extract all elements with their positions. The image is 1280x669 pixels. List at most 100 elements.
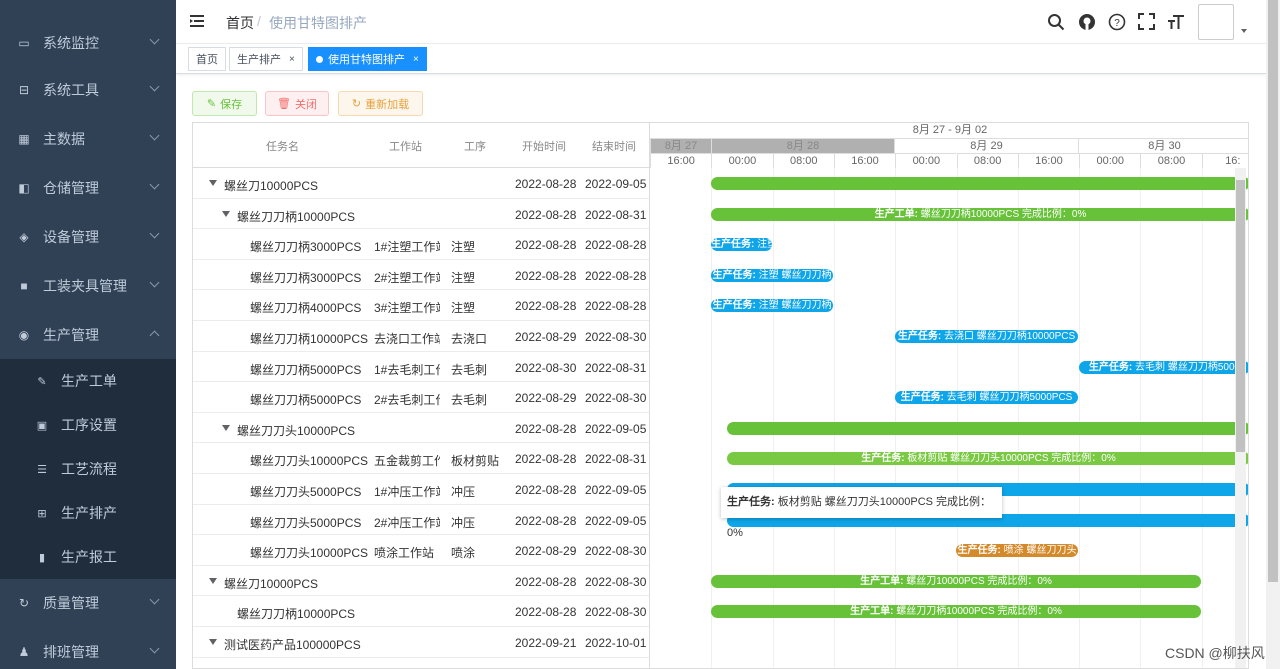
hamburger-icon[interactable] — [190, 14, 204, 28]
breadcrumb-home[interactable]: 首页 — [226, 13, 254, 33]
gantt-bar[interactable]: 生产任务: 喷涂 螺丝刀刀头 — [956, 544, 1078, 558]
tab-production-scheduling[interactable]: 生产排产 × — [229, 47, 303, 71]
task-station: 2#注塑工作站 — [374, 270, 440, 285]
task-end: 2022-08-30 — [585, 391, 647, 406]
table-row[interactable]: 螺丝刀刀柄4000PCS 3#注塑工作站注塑 2022-08-28 2022-08-2… — [193, 290, 649, 321]
caret-down-icon[interactable] — [209, 577, 217, 584]
table-row[interactable]: 螺丝刀刀柄10000PCS 2022-08-28 2022-08-30 — [193, 596, 649, 627]
sidebar-item-system-tools[interactable]: ⊟ 系统工具 — [0, 65, 176, 114]
sidebar-subitem-report[interactable]: ▮ 生产报工 — [0, 535, 176, 579]
monitor-icon: ▭ — [18, 35, 30, 50]
sidebar-item-equipment[interactable]: ◈ 设备管理 — [0, 212, 176, 261]
gantt-bar[interactable]: 生产任务: 注塑 — [711, 238, 772, 252]
gantt-bar[interactable]: 生产任务: 去毛刺 螺丝刀刀柄5000PCS — [895, 391, 1078, 405]
task-start: 2022-08-28 — [515, 605, 577, 620]
task-station: 五金裁剪工作站 — [374, 454, 440, 469]
gantt-bar[interactable]: 生产任务: 注塑 螺丝刀刀柄 — [711, 268, 833, 282]
sidebar-item-label: 系统工具 — [43, 81, 99, 98]
gantt-bar[interactable] — [711, 177, 1248, 190]
sidebar-item-warehouse[interactable]: ◧ 仓储管理 — [0, 163, 176, 212]
table-row[interactable]: 螺丝刀刀柄10000PCS 去浇口工作站 去浇口 2022-08-29 2022-08-… — [193, 321, 649, 352]
grid-line — [1140, 168, 1142, 668]
sidebar-subitem-work-order[interactable]: ✎ 生产工单 — [0, 359, 176, 403]
sidebar-item-monitor[interactable]: ▭ 系统监控 — [0, 18, 176, 67]
help-icon[interactable]: ? — [1108, 13, 1126, 34]
caret-down-icon[interactable] — [209, 639, 217, 645]
bar-label: 螺丝刀刀柄10000PCS 完成比例：0% — [917, 208, 1087, 220]
reload-button[interactable]: ↻ 重新加载 — [338, 91, 423, 116]
table-row[interactable]: 测试医药产品100000PCS 2022-09-21 2022-10-01 — [193, 627, 649, 658]
edit-icon: ✎ — [206, 98, 217, 110]
close-button[interactable]: 🗑 关闭 — [265, 91, 329, 116]
task-process: 去浇口 — [451, 332, 488, 346]
sidebar-item-production[interactable]: ◉ 生产管理 — [0, 310, 176, 359]
column-header-task[interactable]: 任务名 — [266, 138, 299, 154]
column-header-end[interactable]: 结束时间 — [592, 138, 636, 154]
font-size-icon[interactable] — [1167, 13, 1185, 34]
column-header-process[interactable]: 工序 — [464, 138, 486, 154]
task-process: 注塑 — [451, 240, 476, 255]
gantt-bar[interactable] — [727, 421, 1248, 435]
sidebar-item-quality[interactable]: ↻ 质量管理 — [0, 578, 176, 627]
table-row[interactable]: 螺丝刀刀头5000PCS 2#冲压工作站冲压 2022-08-28 2022-09-0… — [193, 505, 649, 536]
column-header-station[interactable]: 工作站 — [389, 138, 422, 154]
tab-gantt-scheduling[interactable]: 使用甘特图排产 × — [308, 47, 427, 71]
close-icon[interactable]: × — [413, 54, 419, 65]
sidebar-item-shift[interactable]: ♟ 排班管理 — [0, 627, 176, 669]
scale-day: 8月 29 — [894, 138, 1078, 153]
gantt-bar[interactable]: 生产工单: 螺丝刀刀柄10000PCS 完成比例：0% — [711, 207, 1248, 221]
gantt-bar[interactable]: 生产任务: 去浇口 螺丝刀刀柄10000PCS — [895, 330, 1078, 343]
task-start: 2022-08-28 — [515, 513, 577, 528]
table-row[interactable]: 螺丝刀刀头10000PCS 2022-08-28 2022-09-05 — [193, 413, 649, 444]
caret-down-icon[interactable] — [222, 210, 230, 217]
task-start: 2022-08-28 — [515, 483, 577, 497]
gantt-bar[interactable]: 生产任务: 板材剪贴 螺丝刀刀头10000PCS 完成比例：0% — [727, 452, 1248, 466]
search-icon[interactable] — [1047, 13, 1065, 34]
close-icon[interactable]: × — [289, 54, 295, 65]
bar-label-bold: 生产任务: — [900, 392, 944, 404]
table-row[interactable]: 螺丝刀刀柄10000PCS 2022-08-28 2022-08-31 — [193, 199, 649, 230]
caret-down-icon[interactable] — [222, 424, 230, 431]
table-row[interactable]: 螺丝刀刀柄3000PCS 2#注塑工作站注塑 2022-08-28 2022-08-2… — [193, 260, 649, 291]
sidebar-subitem-scheduling[interactable]: ⊞ 生产排产 — [0, 491, 176, 535]
gantt-scrollbar-thumb[interactable] — [1236, 180, 1245, 452]
table-row[interactable]: 螺丝刀刀头10000PCS 五金裁剪工作站板材剪贴 2022-08-28 2022-0… — [193, 443, 649, 474]
task-process: 去毛刺 — [451, 393, 488, 408]
chevron-down-icon — [149, 594, 160, 605]
table-row[interactable]: 螺丝刀10000PCS 2022-08-28 2022-09-05 — [193, 168, 649, 199]
gantt-timeline: 8月 27 - 9月 02 8月 27 8月 28 8月 29 8月 30 16… — [649, 123, 1248, 668]
gantt-bar[interactable]: 生产任务: 注塑 螺丝刀刀柄 — [711, 299, 833, 313]
caret-down-icon[interactable] — [209, 180, 217, 186]
caret-down-icon[interactable] — [1241, 29, 1247, 33]
table-row[interactable]: 螺丝刀刀柄5000PCS 2#去毛刺工作站去毛刺 2022-08-29 2022-08… — [193, 382, 649, 413]
sidebar-item-label: 生产管理 — [43, 326, 99, 343]
avatar[interactable] — [1198, 4, 1234, 40]
table-row[interactable]: 螺丝刀10000PCS 2022-08-28 2022-08-30 — [193, 566, 649, 597]
gantt-bar[interactable]: 生产任务: 去毛刺 螺丝刀刀柄5000 — [1079, 360, 1248, 374]
sidebar-item-master-data[interactable]: ▦ 主数据 — [0, 114, 176, 163]
gantt-bar[interactable]: 生产工单: 螺丝刀刀柄10000PCS 完成比例：0% — [711, 605, 1201, 619]
table-row[interactable]: 螺丝刀刀头10000PCS 喷涂工作站 喷涂 2022-08-29 2022-08-30 — [193, 535, 649, 566]
bar-label-bold: 生产任务: — [861, 453, 905, 465]
task-station: 1#注塑工作站 — [374, 240, 440, 255]
column-header-start[interactable]: 开始时间 — [522, 138, 566, 154]
github-icon[interactable] — [1078, 13, 1096, 34]
table-row[interactable]: 螺丝刀刀柄5000PCS 1#去毛刺工作站去毛刺 2022-08-30 2022-08… — [193, 352, 649, 383]
task-name: 螺丝刀刀柄5000PCS — [250, 362, 362, 377]
fullscreen-icon[interactable] — [1138, 13, 1155, 33]
chevron-down-icon — [149, 34, 160, 45]
sidebar-item-tooling[interactable]: ■ 工装夹具管理 — [0, 261, 176, 310]
sidebar-subitem-process[interactable]: ▣ 工序设置 — [0, 403, 176, 447]
page-scrollbar-thumb[interactable] — [1268, 0, 1278, 582]
save-button[interactable]: ✎ 保存 — [192, 91, 257, 116]
table-row[interactable]: 螺丝刀刀柄3000PCS 1#注塑工作站注塑 2022-08-28 2022-08-2… — [193, 229, 649, 260]
table-row[interactable]: 螺丝刀刀头5000PCS 1#冲压工作站冲压 2022-08-28 2022-09-0… — [193, 474, 649, 505]
tab-home[interactable]: 首页 — [188, 47, 226, 71]
reload-button-label: 重新加载 — [365, 98, 410, 111]
task-end: 2022-09-05 — [585, 513, 647, 528]
task-station: 1#冲压工作站 — [374, 485, 440, 499]
task-end: 2022-08-31 — [585, 207, 647, 222]
grid-line — [1017, 168, 1019, 668]
sidebar-subitem-route[interactable]: ☰ 工艺流程 — [0, 447, 176, 491]
gantt-bar[interactable]: 生产工单: 螺丝刀10000PCS 完成比例：0% — [711, 574, 1201, 588]
